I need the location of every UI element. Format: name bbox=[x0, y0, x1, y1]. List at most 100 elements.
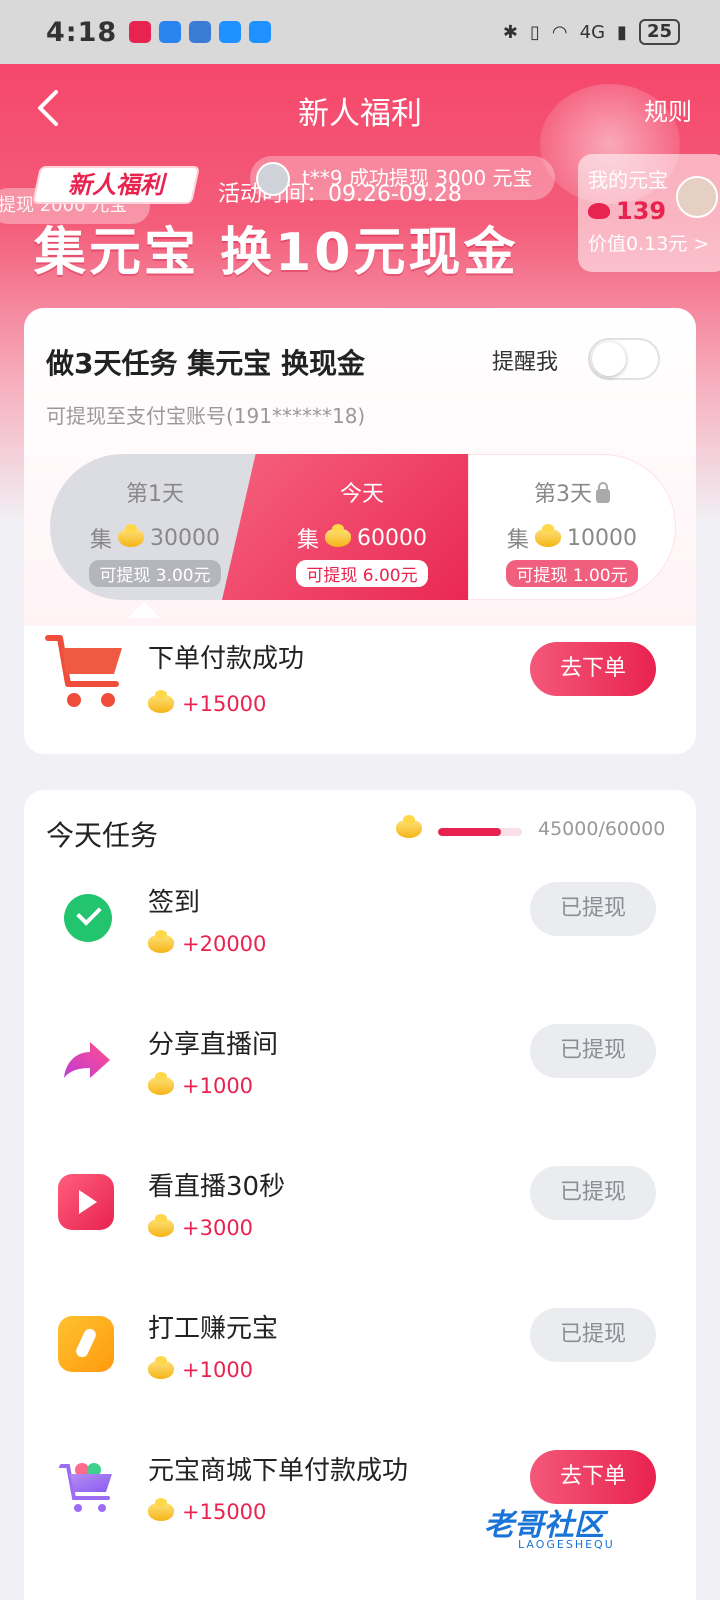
status-right: ✱ ▯ ◠ 4G ▮ 25 bbox=[503, 19, 680, 45]
notification-icons bbox=[129, 21, 272, 43]
withdraw-badge: 可提现 6.00元 bbox=[296, 560, 428, 587]
bluetooth-icon: ✱ bbox=[502, 21, 518, 43]
status-bar: 4:18 ✱ ▯ ◠ 4G ▮ 25 bbox=[0, 0, 720, 64]
task-title: 元宝商城下单付款成功 bbox=[148, 1456, 409, 1486]
withdrawn-button[interactable]: 已提现 bbox=[530, 1166, 656, 1220]
order-task-title: 下单付款成功 bbox=[148, 644, 305, 674]
ingot-icon bbox=[535, 524, 561, 547]
newbie-tag-label: 新人福利 bbox=[68, 171, 164, 199]
rules-link[interactable]: 规则 bbox=[644, 92, 692, 127]
day-name-wrap: 第3天 bbox=[468, 476, 676, 508]
coin-amount: 10000 bbox=[567, 525, 637, 551]
task-title: 签到 bbox=[148, 888, 201, 918]
ingot-icon bbox=[325, 524, 351, 547]
newbie-tag: 新人福利 bbox=[31, 166, 201, 204]
place-order-button[interactable]: 去下单 bbox=[530, 642, 656, 696]
place-order-button[interactable]: 去下单 bbox=[530, 1450, 656, 1504]
my-coins-worth: 价值0.13元 > bbox=[588, 233, 710, 255]
ingot-icon bbox=[588, 203, 610, 219]
day-name: 第1天 bbox=[126, 482, 184, 507]
day-step-today: 今天 集 60000 可提现 6.00元 bbox=[222, 454, 502, 600]
withdrawn-button[interactable]: 已提现 bbox=[530, 1024, 656, 1078]
step-pointer bbox=[128, 602, 160, 618]
task-title: 打工赚元宝 bbox=[148, 1314, 279, 1344]
task-reward: +15000 bbox=[148, 1498, 267, 1524]
day-step-3: 第3天 集 10000 可提现 1.00元 bbox=[468, 454, 676, 600]
collect-label: 集 bbox=[89, 528, 112, 553]
day-coins: 集 30000 bbox=[50, 522, 260, 554]
ingot-icon bbox=[148, 930, 174, 953]
my-coins-panel[interactable]: 我的元宝 139 价值0.13元 > bbox=[578, 154, 720, 272]
task-row-work: 打工赚元宝 +1000 已提现 bbox=[24, 1298, 696, 1428]
reward-amount: +15000 bbox=[182, 692, 267, 716]
ingot-icon bbox=[148, 1356, 174, 1379]
lock-icon bbox=[596, 482, 610, 503]
app-notification-icon bbox=[219, 21, 242, 43]
task-title: 看直播30秒 bbox=[148, 1172, 286, 1202]
task-title: 分享直播间 bbox=[148, 1030, 279, 1060]
day-name: 第3天 bbox=[534, 482, 592, 507]
my-coins-number: 139 bbox=[616, 197, 667, 225]
withdrawn-button[interactable]: 已提现 bbox=[530, 1308, 656, 1362]
shopping-cart-icon bbox=[45, 635, 122, 707]
task-row-watch-live: 看直播30秒 +3000 已提现 bbox=[24, 1156, 696, 1286]
reward-amount: +3000 bbox=[182, 1216, 254, 1240]
shovel-icon bbox=[58, 1316, 114, 1372]
withdraw-badge: 可提现 1.00元 bbox=[506, 560, 638, 587]
collect-label: 集 bbox=[506, 528, 529, 553]
collect-label: 集 bbox=[296, 528, 319, 553]
ingot-icon bbox=[148, 1498, 174, 1521]
day-coins: 集 60000 bbox=[222, 522, 502, 554]
reward-amount: +15000 bbox=[182, 1500, 267, 1524]
page-title: 新人福利 bbox=[298, 96, 422, 132]
task-reward: +1000 bbox=[148, 1072, 254, 1098]
progress-fill bbox=[438, 828, 501, 836]
withdraw-badge: 可提现 3.00元 bbox=[89, 560, 221, 587]
remind-toggle[interactable] bbox=[588, 338, 660, 380]
task-reward: +1000 bbox=[148, 1356, 254, 1382]
share-arrow-icon bbox=[64, 1042, 110, 1078]
alipay-account-note: 可提现至支付宝账号(191******18) bbox=[46, 404, 366, 428]
progress-text: 45000/60000 bbox=[538, 818, 666, 840]
ingot-icon bbox=[396, 815, 422, 838]
ingot-icon bbox=[118, 524, 144, 547]
network-type: 4G bbox=[579, 21, 606, 43]
coin-amount: 60000 bbox=[357, 525, 427, 551]
coin-amount: 30000 bbox=[150, 525, 220, 551]
ingot-icon bbox=[148, 1214, 174, 1237]
shopping-cart-icon bbox=[58, 1463, 112, 1512]
task-row-checkin: 签到 +20000 已提现 bbox=[24, 872, 696, 1002]
day-name: 今天 bbox=[339, 482, 384, 507]
today-tasks-card: 今天任务 45000/60000 签到 +20000 已提现 分享直播间 +10… bbox=[24, 790, 696, 1600]
task-reward: +3000 bbox=[148, 1214, 254, 1240]
toggle-knob bbox=[592, 342, 626, 376]
order-task-reward: +15000 bbox=[148, 690, 267, 716]
reward-amount: +1000 bbox=[182, 1358, 254, 1382]
reward-amount: +20000 bbox=[182, 932, 267, 956]
status-time: 4:18 bbox=[46, 16, 118, 48]
app-notification-icon bbox=[129, 21, 152, 43]
today-tasks-title: 今天任务 bbox=[46, 819, 159, 852]
ticker-text: t**9 成功提现 3000 元宝 bbox=[302, 166, 533, 190]
watermark-sub: LAOGESHEQU bbox=[518, 1538, 615, 1551]
withdraw-ticker: t**9 成功提现 3000 元宝 bbox=[250, 156, 555, 200]
task-row-share: 分享直播间 +1000 已提现 bbox=[24, 1014, 696, 1144]
day-coins: 集 10000 bbox=[468, 522, 676, 554]
remind-label: 提醒我 bbox=[492, 350, 559, 375]
withdrawn-button[interactable]: 已提现 bbox=[530, 882, 656, 936]
avatar bbox=[256, 162, 290, 196]
search-notification-icon bbox=[249, 21, 272, 43]
wifi-icon: ◠ bbox=[551, 21, 568, 43]
play-icon bbox=[58, 1174, 114, 1230]
ingot-icon bbox=[148, 690, 174, 713]
reward-amount: +1000 bbox=[182, 1074, 254, 1098]
vibrate-icon: ▯ bbox=[530, 21, 540, 43]
check-icon bbox=[64, 894, 112, 942]
card-title: 做3天任务 集元宝 换现金 bbox=[46, 347, 365, 380]
battery-icon: 25 bbox=[638, 19, 680, 45]
three-day-task-card: 做3天任务 集元宝 换现金 提醒我 可提现至支付宝账号(191******18)… bbox=[24, 308, 696, 754]
hero-headline: 集元宝 换10元现金 bbox=[34, 223, 519, 283]
signal-icon: ▮ bbox=[617, 21, 627, 43]
ingot-icon bbox=[148, 1072, 174, 1095]
avatar bbox=[676, 176, 718, 218]
